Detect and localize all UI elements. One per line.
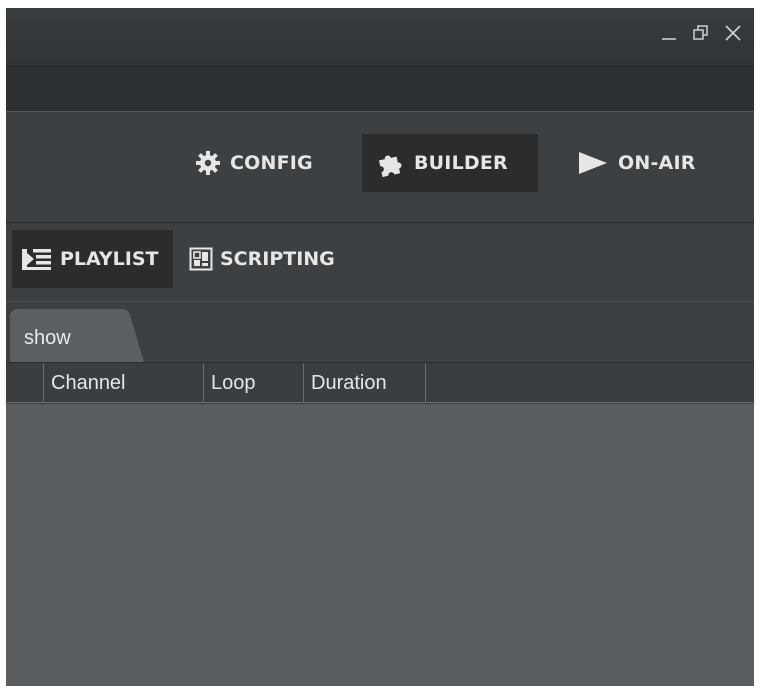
scripting-icon	[189, 247, 213, 271]
sub-tab-bar: PLAYLIST SCRIPTING	[6, 223, 754, 302]
onair-mode-label: ON-AIR	[618, 152, 696, 174]
puzzle-icon	[378, 155, 402, 177]
playlist-icon	[22, 249, 51, 270]
column-header-duration[interactable]: Duration	[304, 363, 426, 403]
minimize-button[interactable]	[658, 22, 680, 44]
playlist-table-header: Channel Loop Duration	[6, 362, 754, 403]
minimize-icon	[662, 38, 676, 40]
column-header-loop[interactable]: Loop	[204, 363, 304, 403]
close-icon	[725, 25, 741, 41]
menu-strip	[6, 67, 754, 112]
restore-icon	[693, 25, 708, 40]
column-header-blank[interactable]	[6, 363, 44, 403]
show-document-tab[interactable]: show	[10, 309, 150, 362]
title-bar[interactable]	[6, 8, 754, 67]
close-button[interactable]	[722, 22, 744, 44]
playlist-tab-label: PLAYLIST	[60, 248, 159, 270]
document-tab-label: show	[24, 327, 71, 349]
play-icon	[579, 152, 607, 174]
app-window: CONFIG BUILDER ON-AIR PLAYLIST SCRIPTING…	[6, 8, 754, 686]
restore-button[interactable]	[690, 22, 712, 44]
playlist-table-body[interactable]	[6, 404, 754, 686]
onair-mode-button[interactable]: ON-AIR	[562, 134, 732, 192]
column-header-channel[interactable]: Channel	[44, 363, 204, 403]
document-tab-row: show	[6, 302, 754, 362]
scripting-tab[interactable]: SCRIPTING	[180, 230, 370, 288]
builder-mode-label: BUILDER	[414, 152, 508, 174]
gear-icon	[196, 151, 220, 175]
builder-mode-button[interactable]: BUILDER	[362, 134, 538, 192]
config-mode-button[interactable]: CONFIG	[180, 134, 340, 192]
mode-bar: CONFIG BUILDER ON-AIR	[6, 112, 754, 223]
playlist-tab[interactable]: PLAYLIST	[12, 230, 173, 288]
scripting-tab-label: SCRIPTING	[220, 248, 335, 270]
config-mode-label: CONFIG	[230, 152, 313, 174]
